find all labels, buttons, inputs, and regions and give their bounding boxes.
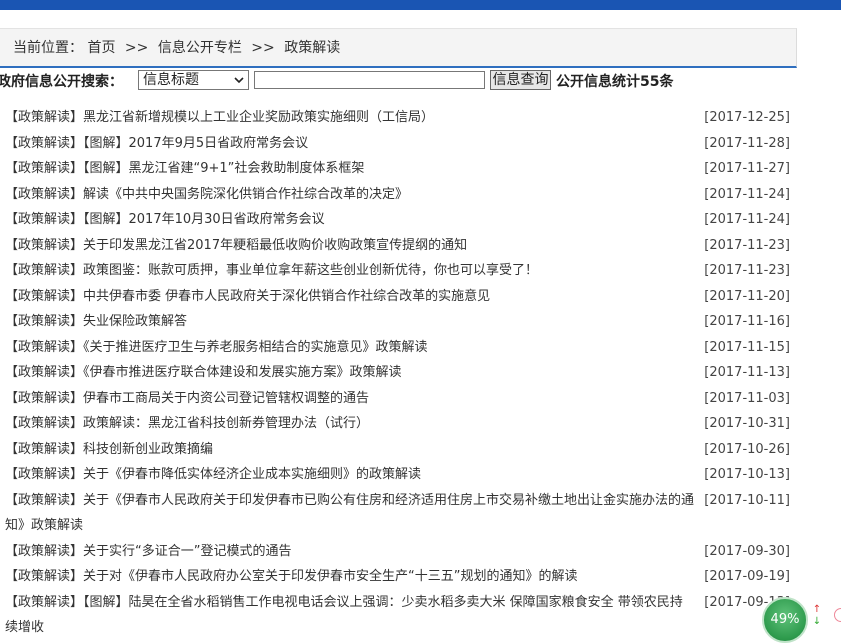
list-item-date: [2017-10-31] <box>704 416 790 431</box>
performance-percent: 49% <box>770 612 800 627</box>
list-item-title: 【政策解读】关于《伊春市人民政府关于印发伊春市已购公有住房和经济适用住房上市交易… <box>5 488 790 539</box>
list-item-title: 【政策解读】失业保险政策解答 <box>5 309 790 335</box>
breadcrumb-separator: >> <box>251 40 275 56</box>
list-item-date: [2017-11-20] <box>704 288 790 304</box>
list-item-title: 【政策解读】政策解读：黑龙江省科技创新券管理办法（试行） <box>5 411 790 437</box>
list-item-date: [2017-11-24] <box>704 212 790 227</box>
list-item: 【政策解读】关于实行“多证合一”登记模式的通告 [2017-09-30] <box>5 539 790 565</box>
list-item-link[interactable]: 【政策解读】关于《伊春市人民政府关于印发伊春市已购公有住房和经济适用住房上市交易… <box>5 493 694 534</box>
list-item: 【政策解读】伊春市工商局关于内资公司登记管辖权调整的通告 [2017-11-03] <box>5 386 790 412</box>
speed-indicator: ↑ ↓ <box>810 604 824 638</box>
list-item-title: 【政策解读】关于印发黑龙江省2017年粳稻最低收购价收购政策宣传提纲的通知 <box>5 233 790 259</box>
list-item-link[interactable]: 【政策解读】中共伊春市委 伊春市人民政府关于深化供销合作社综合改革的实施意见 <box>5 289 490 304</box>
list-item-title: 【政策解读】黑龙江省新增规模以上工业企业奖励政策实施细则（工信局） <box>5 105 790 131</box>
list-item-date: [2017-11-28] <box>704 135 790 151</box>
list-item: 【政策解读】《伊春市推进医疗联合体建设和发展实施方案》政策解读 [2017-11-… <box>5 360 790 386</box>
list-item-title: 【政策解读】解读《中共中央国务院深化供销合作社综合改革的决定》 <box>5 182 790 208</box>
list-item-link[interactable]: 【政策解读】《伊春市推进医疗联合体建设和发展实施方案》政策解读 <box>5 365 402 380</box>
search-field-selected-value: 信息标题 <box>143 72 199 88</box>
list-item-date: [2017-11-03] <box>704 390 790 406</box>
search-field-select[interactable]: 信息标题 <box>138 70 249 90</box>
search-label: 政府信息公开搜索： <box>0 74 123 90</box>
list-item-link[interactable]: 【政策解读】《关于推进医疗卫生与养老服务相结合的实施意见》政策解读 <box>5 340 428 355</box>
breadcrumb-prefix: 当前位置： <box>13 40 83 56</box>
list-item: 【政策解读】【图解】2017年10月30日省政府常务会议 [2017-11-24] <box>5 207 790 233</box>
list-item-link[interactable]: 【政策解读】关于印发黑龙江省2017年粳稻最低收购价收购政策宣传提纲的通知 <box>5 238 467 253</box>
list-item-link[interactable]: 【政策解读】【图解】陆昊在全省水稻销售工作电视电话会议上强调：少卖水稻多卖大米 … <box>5 595 683 636</box>
list-item-title: 【政策解读】中共伊春市委 伊春市人民政府关于深化供销合作社综合改革的实施意见 <box>5 284 790 310</box>
list-item: 【政策解读】科技创新创业政策摘编 [2017-10-26] <box>5 437 790 463</box>
list-item: 【政策解读】黑龙江省新增规模以上工业企业奖励政策实施细则（工信局） [2017-1… <box>5 105 790 131</box>
list-item-date: [2017-10-11] <box>704 492 790 508</box>
list-item-link[interactable]: 【政策解读】【图解】2017年10月30日省政府常务会议 <box>5 212 325 227</box>
list-item-title: 【政策解读】科技创新创业政策摘编 <box>5 437 790 463</box>
list-item-title: 【政策解读】伊春市工商局关于内资公司登记管辖权调整的通告 <box>5 386 790 412</box>
list-item: 【政策解读】政策解读：黑龙江省科技创新券管理办法（试行） [2017-10-31] <box>5 411 790 437</box>
list-item-title: 【政策解读】【图解】2017年9月5日省政府常务会议 <box>5 131 790 157</box>
list-item-link[interactable]: 【政策解读】关于《伊春市降低实体经济企业成本实施细则》的政策解读 <box>5 467 421 482</box>
list-item-title: 【政策解读】【图解】黑龙江省建“9+1”社会救助制度体系框架 <box>5 156 790 182</box>
arrow-down-icon: ↓ <box>812 616 822 627</box>
top-banner-bar <box>0 0 841 10</box>
breadcrumb-section-link[interactable]: 信息公开专栏 <box>158 40 242 56</box>
list-item-link[interactable]: 【政策解读】政策图鉴：账款可质押，事业单位拿年薪这些创业创新优待，你也可以享受了… <box>5 263 538 278</box>
list-item: 【政策解读】【图解】黑龙江省建“9+1”社会救助制度体系框架 [2017-11-2… <box>5 156 790 182</box>
list-item-date: [2017-11-15] <box>704 339 790 355</box>
list-item-title: 【政策解读】关于《伊春市降低实体经济企业成本实施细则》的政策解读 <box>5 462 790 488</box>
list-item-date: [2017-11-23] <box>704 237 790 253</box>
search-bar: 政府信息公开搜索： 信息标题 信息查询 公开信息统计55条 <box>0 69 841 93</box>
list-item: 【政策解读】政策图鉴：账款可质押，事业单位拿年薪这些创业创新优待，你也可以享受了… <box>5 258 790 284</box>
list-item-link[interactable]: 【政策解读】科技创新创业政策摘编 <box>5 442 213 457</box>
list-item-date: [2017-12-25] <box>704 110 790 125</box>
list-item-link[interactable]: 【政策解读】黑龙江省新增规模以上工业企业奖励政策实施细则（工信局） <box>5 110 434 125</box>
breadcrumb-separator: >> <box>124 40 149 56</box>
search-button[interactable]: 信息查询 <box>490 70 551 90</box>
search-input[interactable] <box>254 71 485 89</box>
arrow-up-icon: ↑ <box>812 604 822 615</box>
list-item-date: [2017-10-13] <box>704 467 790 482</box>
list-item-date: [2017-09-30] <box>704 543 790 559</box>
performance-badge[interactable]: 49% <box>762 597 808 643</box>
policy-list: 【政策解读】黑龙江省新增规模以上工业企业奖励政策实施细则（工信局） [2017-1… <box>5 105 790 641</box>
list-item-date: [2017-11-16] <box>704 314 790 329</box>
list-item: 【政策解读】关于《伊春市人民政府关于印发伊春市已购公有住房和经济适用住房上市交易… <box>5 488 790 539</box>
breadcrumb-home-link[interactable]: 首页 <box>87 40 115 56</box>
list-item-title: 【政策解读】政策图鉴：账款可质押，事业单位拿年薪这些创业创新优待，你也可以享受了… <box>5 258 790 284</box>
list-item-link[interactable]: 【政策解读】失业保险政策解答 <box>5 314 187 329</box>
list-item-link[interactable]: 【政策解读】伊春市工商局关于内资公司登记管辖权调整的通告 <box>5 391 369 406</box>
list-item: 【政策解读】中共伊春市委 伊春市人民政府关于深化供销合作社综合改革的实施意见 [2… <box>5 284 790 310</box>
list-item: 【政策解读】关于对《伊春市人民政府办公室关于印发伊春市安全生产“十三五”规划的通… <box>5 564 790 590</box>
chevron-down-icon <box>234 77 244 84</box>
list-item: 【政策解读】关于印发黑龙江省2017年粳稻最低收购价收购政策宣传提纲的通知 [20… <box>5 233 790 259</box>
breadcrumb-current: 政策解读 <box>284 40 341 56</box>
list-item-link[interactable]: 【政策解读】关于实行“多证合一”登记模式的通告 <box>5 544 291 559</box>
list-item-link[interactable]: 【政策解读】政策解读：黑龙江省科技创新券管理办法（试行） <box>5 416 369 431</box>
list-item-date: [2017-09-19] <box>704 569 790 584</box>
list-item-date: [2017-11-27] <box>704 161 790 176</box>
list-item-date: [2017-10-26] <box>704 441 790 457</box>
breadcrumb: 当前位置： 首页 >> 信息公开专栏 >> 政策解读 <box>0 28 797 68</box>
list-item: 【政策解读】【图解】2017年9月5日省政府常务会议 [2017-11-28] <box>5 131 790 157</box>
list-item: 【政策解读】解读《中共中央国务院深化供销合作社综合改革的决定》 [2017-11-… <box>5 182 790 208</box>
list-item-date: [2017-11-13] <box>704 365 790 380</box>
list-item: 【政策解读】关于《伊春市降低实体经济企业成本实施细则》的政策解读 [2017-10… <box>5 462 790 488</box>
list-item-title: 【政策解读】《关于推进医疗卫生与养老服务相结合的实施意见》政策解读 <box>5 335 790 361</box>
list-item: 【政策解读】【图解】陆昊在全省水稻销售工作电视电话会议上强调：少卖水稻多卖大米 … <box>5 590 790 641</box>
list-item: 【政策解读】《关于推进医疗卫生与养老服务相结合的实施意见》政策解读 [2017-1… <box>5 335 790 361</box>
list-item-title: 【政策解读】【图解】陆昊在全省水稻销售工作电视电话会议上强调：少卖水稻多卖大米 … <box>5 590 790 641</box>
list-item-title: 【政策解读】【图解】2017年10月30日省政府常务会议 <box>5 207 790 233</box>
list-item-title: 【政策解读】关于实行“多证合一”登记模式的通告 <box>5 539 790 565</box>
circle-icon <box>834 608 841 622</box>
list-item-link[interactable]: 【政策解读】【图解】2017年9月5日省政府常务会议 <box>5 136 308 151</box>
list-item-title: 【政策解读】《伊春市推进医疗联合体建设和发展实施方案》政策解读 <box>5 360 790 386</box>
record-count-text: 公开信息统计55条 <box>556 74 674 90</box>
list-item-title: 【政策解读】关于对《伊春市人民政府办公室关于印发伊春市安全生产“十三五”规划的通… <box>5 564 790 590</box>
list-item-link[interactable]: 【政策解读】解读《中共中央国务院深化供销合作社综合改革的决定》 <box>5 187 408 202</box>
list-item: 【政策解读】失业保险政策解答 [2017-11-16] <box>5 309 790 335</box>
list-item-date: [2017-11-24] <box>704 186 790 202</box>
list-item-date: [2017-11-23] <box>704 263 790 278</box>
list-item-link[interactable]: 【政策解读】关于对《伊春市人民政府办公室关于印发伊春市安全生产“十三五”规划的通… <box>5 569 577 584</box>
list-item-link[interactable]: 【政策解读】【图解】黑龙江省建“9+1”社会救助制度体系框架 <box>5 161 364 176</box>
